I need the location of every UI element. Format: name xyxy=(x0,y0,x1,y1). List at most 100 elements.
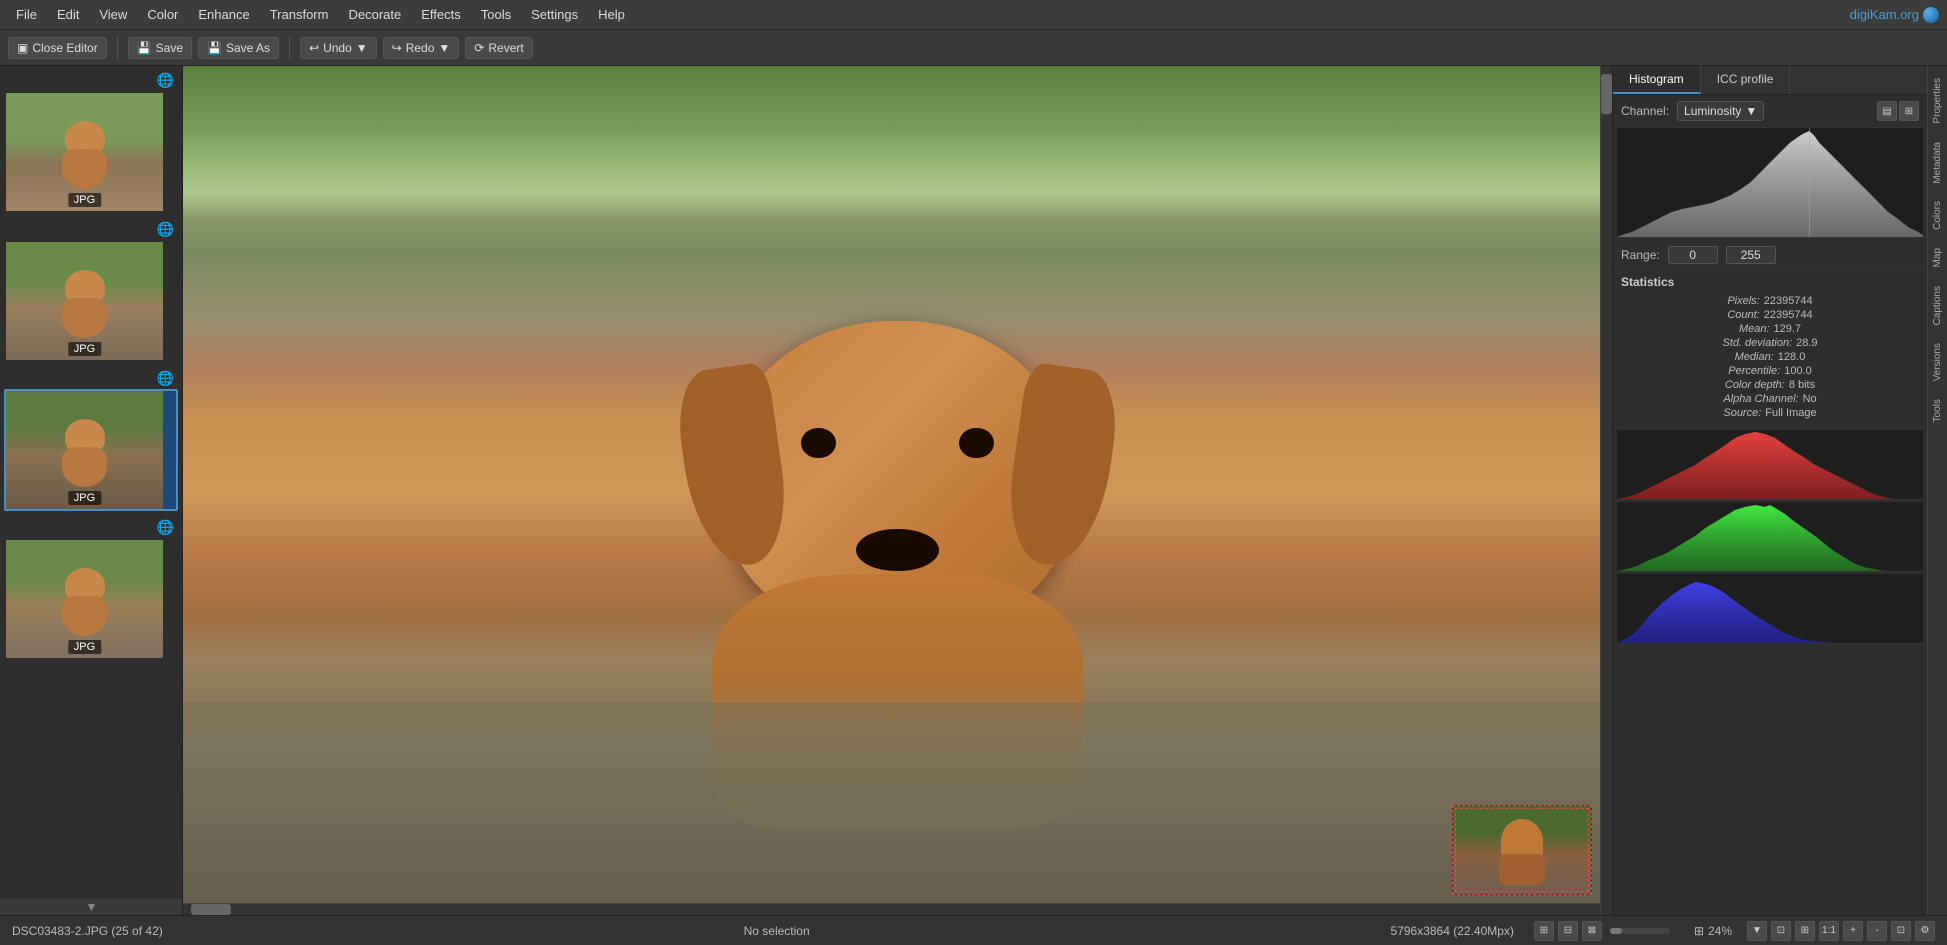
close-editor-button[interactable]: ▣ Close Editor xyxy=(8,37,107,59)
side-tab-colors[interactable]: Colors xyxy=(1930,193,1945,238)
main-vscroll-thumb[interactable] xyxy=(1601,74,1612,114)
side-tab-metadata[interactable]: Metadata xyxy=(1930,134,1945,192)
settings-btn[interactable]: ⚙ xyxy=(1915,921,1935,941)
main-hscrollbar[interactable] xyxy=(183,903,1600,915)
zoom-in-btn[interactable]: + xyxy=(1843,921,1863,941)
status-icon-btn-1[interactable]: ⊞ xyxy=(1534,921,1554,941)
close-editor-icon: ▣ xyxy=(17,41,28,55)
nav-thumbnail xyxy=(1452,805,1592,895)
tab-histogram[interactable]: Histogram xyxy=(1613,66,1701,94)
thumb-header-4: 🌐 xyxy=(4,517,178,538)
thumb-group-1: 🌐 JPG xyxy=(4,70,178,213)
thumb-header-3: 🌐 xyxy=(4,368,178,389)
menu-edit[interactable]: Edit xyxy=(49,3,87,26)
side-tab-versions[interactable]: Versions xyxy=(1930,335,1945,389)
side-tab-captions[interactable]: Captions xyxy=(1930,278,1945,333)
status-filename: DSC03483-2.JPG (25 of 42) xyxy=(12,924,163,938)
undo-label: Undo xyxy=(323,41,352,55)
side-tab-map[interactable]: Map xyxy=(1930,240,1945,275)
zoom-fill-btn[interactable]: ⊞ xyxy=(1795,921,1815,941)
thumbnail-item-2[interactable]: JPG xyxy=(4,240,178,362)
channel-actions: ▤ ⊞ xyxy=(1877,101,1919,121)
fullscreen-btn[interactable]: ⊡ xyxy=(1891,921,1911,941)
save-label: Save xyxy=(156,41,183,55)
menubar: File Edit View Color Enhance Transform D… xyxy=(0,0,1947,30)
thumb-scroll-down[interactable]: ▼ xyxy=(0,899,183,915)
menu-settings[interactable]: Settings xyxy=(523,3,586,26)
menu-file[interactable]: File xyxy=(8,3,45,26)
menu-color[interactable]: Color xyxy=(139,3,186,26)
app-brand: digiKam.org xyxy=(1850,7,1939,23)
tab-icc-profile[interactable]: ICC profile xyxy=(1701,66,1791,94)
status-icon-btn-2[interactable]: ⊟ xyxy=(1558,921,1578,941)
save-as-button[interactable]: 💾 Save As xyxy=(198,37,279,59)
thumb-group-3: 🌐 JPG xyxy=(4,368,178,511)
thumbnail-item-1[interactable]: JPG xyxy=(4,91,178,213)
thumb-globe-icon-4: 🌐 xyxy=(157,519,174,536)
redo-button[interactable]: ↪ Redo ▼ xyxy=(383,37,460,59)
dog-body-3 xyxy=(62,447,107,487)
main-vscrollbar[interactable] xyxy=(1600,66,1612,915)
statusbar: DSC03483-2.JPG (25 of 42) No selection 5… xyxy=(0,915,1947,945)
zoom-fit-btn[interactable]: ⊡ xyxy=(1771,921,1791,941)
save-as-icon: 💾 xyxy=(207,41,222,55)
dog-figure-1 xyxy=(60,121,110,191)
statistics-section: Statistics Pixels: 22395744 Count: 22395… xyxy=(1613,269,1927,428)
side-tab-properties[interactable]: Properties xyxy=(1930,70,1945,132)
save-button[interactable]: 💾 Save xyxy=(128,37,192,59)
dog-body-4 xyxy=(62,596,107,636)
zoom-slider[interactable] xyxy=(1610,928,1670,934)
zoom-icon: ⊞ xyxy=(1694,924,1704,938)
brand-text: digiKam.org xyxy=(1850,7,1919,22)
status-icons: ⊞ ⊟ ⊠ xyxy=(1534,921,1674,941)
stat-mean: Mean: 129.7 xyxy=(1621,323,1919,335)
histogram-btn-1[interactable]: ▤ xyxy=(1877,101,1897,121)
thumbnail-scroll-area[interactable]: 🌐 JPG 🌐 xyxy=(0,66,182,899)
menu-view[interactable]: View xyxy=(91,3,135,26)
channel-label: Channel: xyxy=(1621,104,1669,118)
statistics-title: Statistics xyxy=(1621,275,1919,289)
zoom-100-btn[interactable]: 1:1 xyxy=(1819,921,1839,941)
zoom-out-btn[interactable]: - xyxy=(1867,921,1887,941)
toolbar: ▣ Close Editor 💾 Save 💾 Save As ↩ Undo ▼… xyxy=(0,30,1947,66)
thumb-header-1: 🌐 xyxy=(4,70,178,91)
stat-percentile-val: 100.0 xyxy=(1784,365,1812,377)
main-image xyxy=(183,66,1612,915)
stat-pixels-name: Pixels: xyxy=(1727,295,1759,307)
dog-figure-4 xyxy=(60,568,110,638)
menu-effects[interactable]: Effects xyxy=(413,3,469,26)
thumbnail-panel: 🌐 JPG 🌐 xyxy=(0,66,183,915)
thumb-group-4: 🌐 JPG xyxy=(4,517,178,660)
image-area xyxy=(183,66,1612,915)
menu-transform[interactable]: Transform xyxy=(262,3,337,26)
histogram-btn-2[interactable]: ⊞ xyxy=(1899,101,1919,121)
zoom-dropdown[interactable]: ▼ xyxy=(1747,921,1767,941)
range-min[interactable]: 0 xyxy=(1668,246,1718,264)
channel-value: Luminosity xyxy=(1684,104,1741,118)
range-max[interactable]: 255 xyxy=(1726,246,1776,264)
revert-button[interactable]: ⟳ Revert xyxy=(465,37,532,59)
thumbnail-label-2: JPG xyxy=(68,342,101,356)
thumbnail-image-2: JPG xyxy=(6,242,163,360)
status-icon-btn-3[interactable]: ⊠ xyxy=(1582,921,1602,941)
stat-colordepth: Color depth: 8 bits xyxy=(1621,379,1919,391)
thumbnail-image-1: JPG xyxy=(6,93,163,211)
dog-figure-3 xyxy=(60,419,110,489)
stat-alpha: Alpha Channel: No xyxy=(1621,393,1919,405)
menu-help[interactable]: Help xyxy=(590,3,633,26)
thumbnail-label-3: JPG xyxy=(68,491,101,505)
thumbnail-item-3[interactable]: JPG xyxy=(4,389,178,511)
menu-decorate[interactable]: Decorate xyxy=(340,3,409,26)
menu-enhance[interactable]: Enhance xyxy=(190,3,257,26)
channel-select[interactable]: Luminosity ▼ xyxy=(1677,101,1764,121)
stat-colordepth-name: Color depth: xyxy=(1725,379,1785,391)
main-content: 🌐 JPG 🌐 xyxy=(0,66,1947,915)
zoom-slider-fill xyxy=(1610,928,1622,934)
stat-percentile-name: Percentile: xyxy=(1728,365,1780,377)
thumbnail-item-4[interactable]: JPG xyxy=(4,538,178,660)
undo-button[interactable]: ↩ Undo ▼ xyxy=(300,37,377,59)
menu-tools[interactable]: Tools xyxy=(473,3,519,26)
main-hscroll-thumb[interactable] xyxy=(191,904,231,915)
range-label: Range: xyxy=(1621,248,1660,262)
side-tab-tools[interactable]: Tools xyxy=(1930,391,1945,430)
